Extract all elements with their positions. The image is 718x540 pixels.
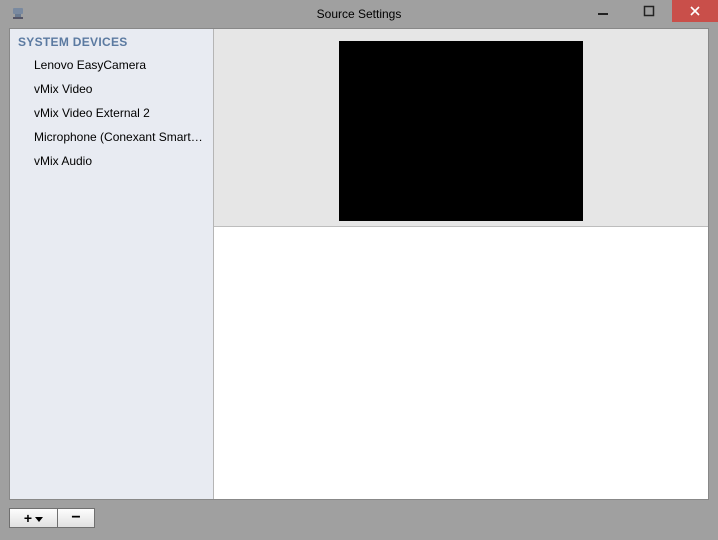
window-body: SYSTEM DEVICES Lenovo EasyCamera vMix Vi… — [9, 28, 709, 500]
window-controls — [580, 0, 718, 22]
sidebar-item-vmix-video-ext2[interactable]: vMix Video External 2 — [10, 101, 213, 125]
sidebar: SYSTEM DEVICES Lenovo EasyCamera vMix Vi… — [10, 29, 214, 499]
sidebar-item-microphone[interactable]: Microphone (Conexant SmartAudio) — [10, 125, 213, 149]
remove-source-button[interactable]: − — [57, 508, 95, 528]
sidebar-list: Lenovo EasyCamera vMix Video vMix Video … — [10, 53, 213, 173]
minimize-button[interactable] — [580, 0, 626, 22]
sidebar-item-camera[interactable]: Lenovo EasyCamera — [10, 53, 213, 77]
sidebar-item-vmix-audio[interactable]: vMix Audio — [10, 149, 213, 173]
sidebar-item-label: Microphone (Conexant SmartAudio) — [34, 130, 213, 144]
sidebar-header: SYSTEM DEVICES — [10, 29, 213, 53]
detail-area — [214, 227, 708, 499]
maximize-button[interactable] — [626, 0, 672, 22]
video-preview — [339, 41, 583, 221]
sidebar-item-vmix-video[interactable]: vMix Video — [10, 77, 213, 101]
main-panel — [214, 29, 708, 499]
window-title: Source Settings — [317, 7, 402, 21]
add-source-button[interactable]: + — [9, 508, 57, 528]
chevron-down-icon — [35, 511, 43, 526]
app-icon — [10, 6, 26, 22]
minus-icon: − — [71, 514, 80, 522]
plus-icon: + — [24, 511, 32, 525]
sidebar-item-label: vMix Video External 2 — [34, 106, 150, 120]
sidebar-item-label: Lenovo EasyCamera — [34, 58, 146, 72]
preview-area — [214, 29, 708, 227]
titlebar: Source Settings — [0, 0, 718, 28]
bottom-toolbar: + − — [9, 508, 95, 532]
close-button[interactable] — [672, 0, 718, 22]
sidebar-item-label: vMix Video — [34, 82, 92, 96]
sidebar-item-label: vMix Audio — [34, 154, 92, 168]
